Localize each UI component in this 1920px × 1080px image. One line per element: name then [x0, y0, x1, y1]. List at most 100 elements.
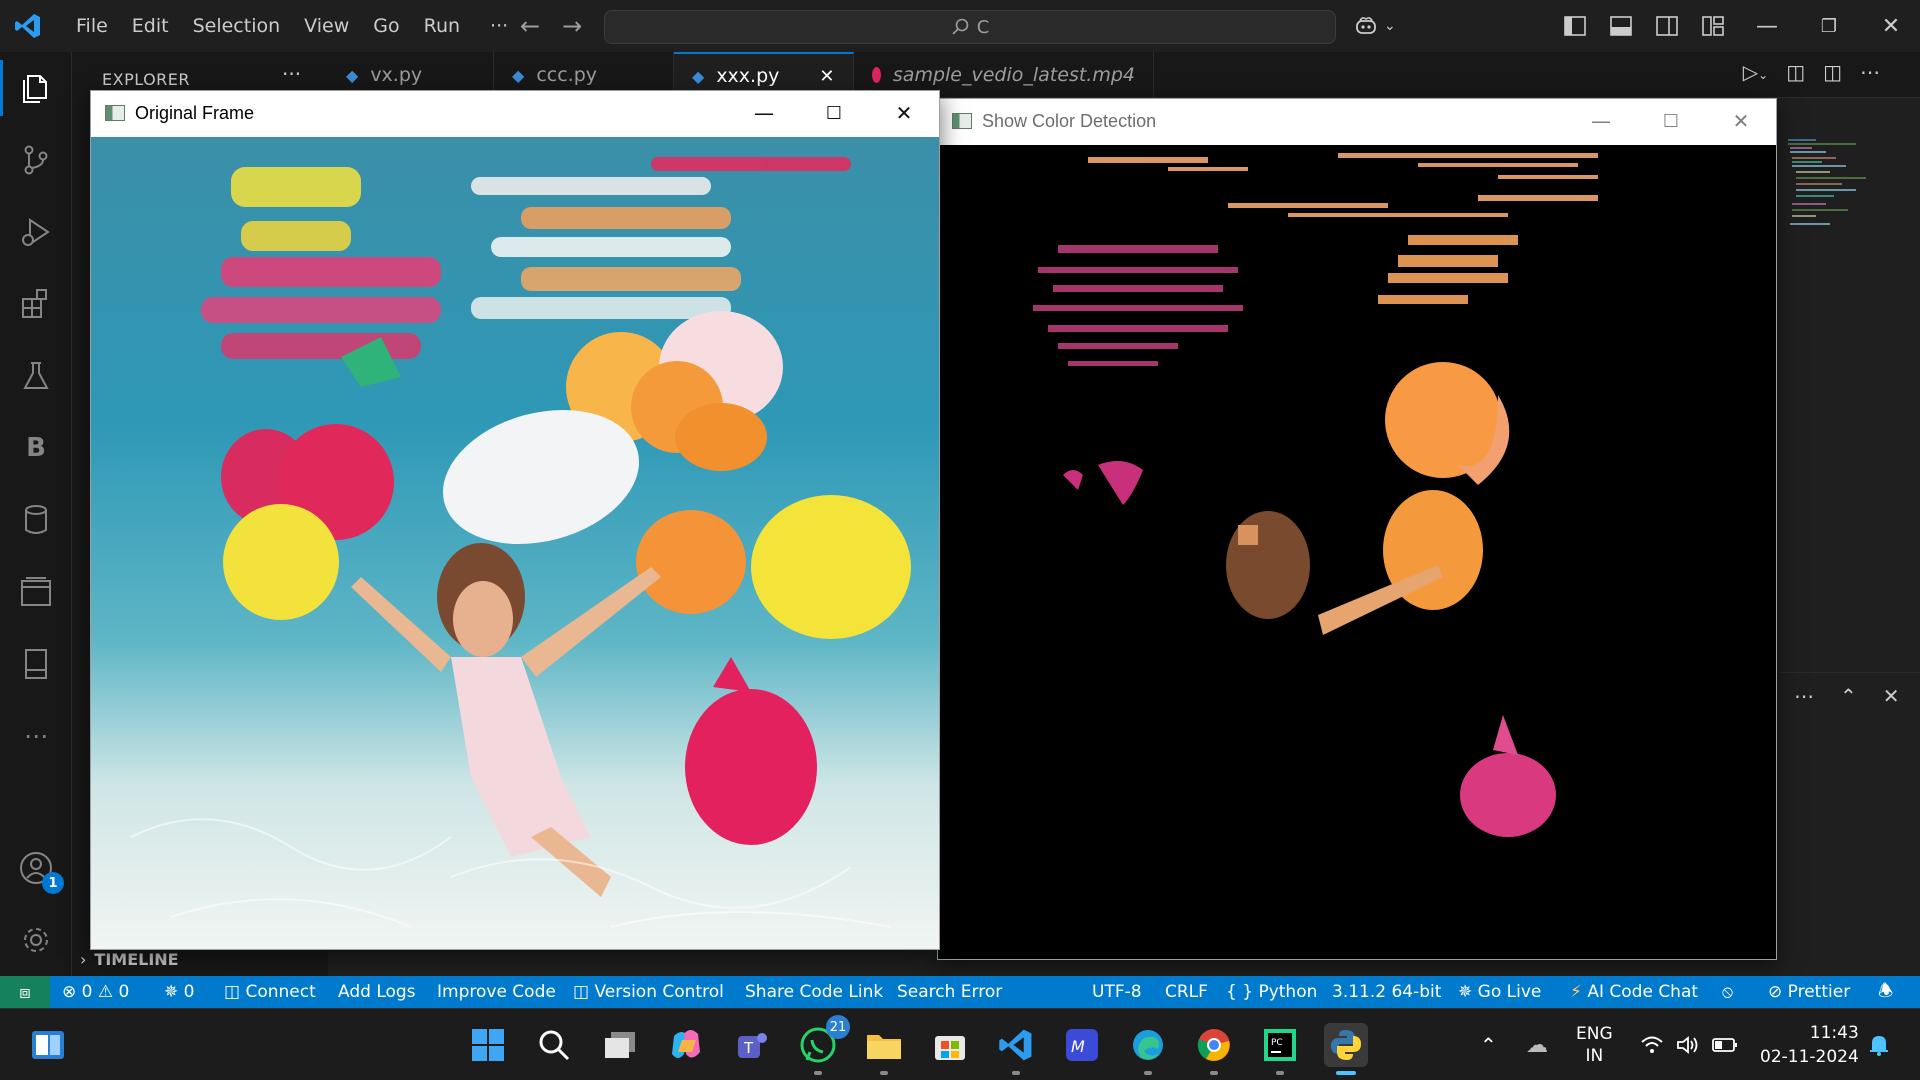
panel-more-icon[interactable]: ⋯ — [1794, 684, 1814, 708]
remote-explorer-button[interactable] — [14, 570, 58, 614]
b-extension-button[interactable]: B — [14, 426, 58, 470]
menu-file[interactable]: File — [64, 15, 120, 37]
python-taskbar-button[interactable] — [1324, 1023, 1368, 1067]
search-error-button[interactable]: Search Error — [897, 976, 1002, 1008]
more-actions-icon[interactable]: ⋯ — [1860, 60, 1880, 84]
manage-button[interactable] — [14, 918, 58, 962]
explorer-button[interactable] — [0, 60, 58, 116]
menu-edit[interactable]: Edit — [120, 15, 181, 37]
connect-button[interactable]: ◫ Connect — [224, 976, 316, 1008]
ai-code-chat-button[interactable]: ⚡ AI Code Chat — [1570, 976, 1698, 1008]
minimize-icon[interactable]: — — [1736, 14, 1798, 39]
extensions-button[interactable] — [14, 282, 58, 326]
remote-indicator[interactable]: ⧈ — [0, 976, 50, 1008]
minimap[interactable] — [1786, 136, 1882, 256]
run-file-icon[interactable]: ▷⌄ — [1743, 60, 1768, 84]
copilot-taskbar-button[interactable] — [664, 1023, 708, 1067]
database-button[interactable] — [14, 498, 58, 542]
restore-icon[interactable]: ❐ — [1798, 16, 1860, 37]
go-live-button[interactable]: ✵ Go Live — [1458, 976, 1541, 1008]
toggle-panel-icon[interactable] — [1610, 16, 1632, 36]
menu-go[interactable]: Go — [361, 15, 411, 37]
file-explorer-button[interactable] — [862, 1023, 906, 1067]
search-button[interactable] — [532, 1023, 576, 1067]
prettier-button[interactable]: ⊘ Prettier — [1768, 976, 1850, 1008]
widgets-button[interactable] — [26, 1023, 70, 1067]
forward-arrow-icon[interactable]: → — [562, 12, 582, 40]
menu-view[interactable]: View — [292, 15, 361, 37]
whatsapp-button[interactable]: 21 — [796, 1015, 850, 1067]
running-indicator — [1276, 1071, 1284, 1075]
tab-close-icon[interactable]: ✕ — [819, 66, 834, 87]
more-views-icon[interactable]: ⋯ — [14, 714, 58, 758]
close-icon[interactable]: ✕ — [1706, 99, 1776, 143]
menu-selection[interactable]: Selection — [181, 15, 293, 37]
open-changes-icon[interactable]: ◫ — [1786, 60, 1805, 84]
share-code-link-button[interactable]: Share Code Link — [745, 976, 883, 1008]
clock[interactable]: 11:43 02-11-2024 — [1760, 1009, 1859, 1080]
run-debug-button[interactable] — [14, 210, 58, 254]
menu-run[interactable]: Run — [412, 15, 472, 37]
maximize-icon[interactable]: ☐ — [799, 91, 869, 135]
lightning-icon: ⚡ — [1570, 982, 1582, 1002]
show-color-detection-window[interactable]: Show Color Detection — ☐ ✕ — [937, 98, 1777, 960]
language-mode-selector[interactable]: { } Python — [1226, 976, 1317, 1008]
problems-indicator[interactable]: ⊗ 0 ⚠ 0 — [62, 976, 129, 1008]
menu-more[interactable]: ··· — [472, 15, 520, 37]
broadcast-icon: ✵ — [1458, 982, 1473, 1002]
add-logs-label: Add Logs — [338, 982, 416, 1002]
ports-indicator[interactable]: ✵ 0 — [164, 976, 194, 1008]
back-arrow-icon[interactable]: ← — [520, 12, 540, 40]
minimize-icon[interactable]: — — [729, 91, 799, 135]
copilot-button[interactable]: ⌄ — [1354, 0, 1396, 52]
maximize-panel-icon[interactable]: ⌃ — [1840, 684, 1857, 708]
onedrive-button[interactable]: ☁ — [1526, 1009, 1548, 1080]
accounts-button[interactable]: 1 — [14, 846, 64, 894]
edge-button[interactable] — [1126, 1023, 1170, 1067]
maximize-icon[interactable]: ☐ — [1636, 99, 1706, 143]
encoding-selector[interactable]: UTF-8 — [1092, 976, 1142, 1008]
close-icon[interactable]: ✕ — [869, 91, 939, 135]
notebook-button[interactable] — [14, 642, 58, 686]
close-panel-icon[interactable]: ✕ — [1883, 684, 1900, 708]
teams-icon: T — [738, 1033, 767, 1058]
svg-text:T: T — [743, 1039, 754, 1057]
copilot-status-button[interactable]: ⦸ — [1722, 976, 1733, 1008]
teams-button[interactable]: T — [730, 1023, 774, 1067]
aqua-studio-button[interactable]: M — [1060, 1023, 1104, 1067]
improve-code-button[interactable]: Improve Code — [437, 976, 556, 1008]
pycharm-button[interactable]: PC — [1258, 1023, 1302, 1067]
explorer-more-button[interactable]: ··· — [282, 62, 301, 86]
customize-layout-icon[interactable] — [1702, 16, 1724, 36]
vscode-taskbar-button[interactable] — [994, 1023, 1038, 1067]
split-editor-icon[interactable]: ◫ — [1823, 60, 1842, 84]
interpreter-selector[interactable]: 3.11.2 64-bit — [1332, 976, 1441, 1008]
svg-text:M: M — [1071, 1037, 1085, 1056]
add-logs-button[interactable]: Add Logs — [338, 976, 416, 1008]
microsoft-store-button[interactable] — [928, 1023, 972, 1067]
command-center-search[interactable]: C — [604, 10, 1336, 44]
toggle-primary-sidebar-icon[interactable] — [1564, 16, 1586, 36]
eol-selector[interactable]: CRLF — [1165, 976, 1208, 1008]
show-hidden-icons-button[interactable]: ⌃ — [1480, 1009, 1497, 1080]
chrome-button[interactable] — [1192, 1023, 1236, 1067]
start-button[interactable] — [466, 1023, 510, 1067]
version-control-button[interactable]: ◫ Version Control — [573, 976, 724, 1008]
timeline-section[interactable]: › TIMELINE — [80, 950, 179, 969]
notifications-button[interactable]: 🕭 — [1878, 976, 1893, 1008]
accounts-badge: 1 — [42, 872, 64, 894]
source-control-button[interactable] — [14, 138, 58, 182]
language-indicator[interactable]: ENG IN — [1576, 1009, 1613, 1080]
go-live-label: Go Live — [1477, 982, 1542, 1002]
chevron-up-icon: ⌃ — [1480, 1033, 1497, 1057]
quick-settings-button[interactable] — [1640, 1009, 1738, 1080]
notification-center-button[interactable] — [1868, 1009, 1890, 1080]
original-frame-window[interactable]: Original Frame — ☐ ✕ — [90, 90, 940, 950]
close-icon[interactable]: ✕ — [1860, 14, 1920, 39]
toggle-secondary-sidebar-icon[interactable] — [1656, 16, 1678, 36]
tab-label: ccc.py — [536, 64, 597, 86]
testing-button[interactable] — [14, 354, 58, 398]
remote-icon: ⧈ — [19, 981, 31, 1003]
task-view-button[interactable] — [598, 1023, 642, 1067]
minimize-icon[interactable]: — — [1566, 99, 1636, 143]
